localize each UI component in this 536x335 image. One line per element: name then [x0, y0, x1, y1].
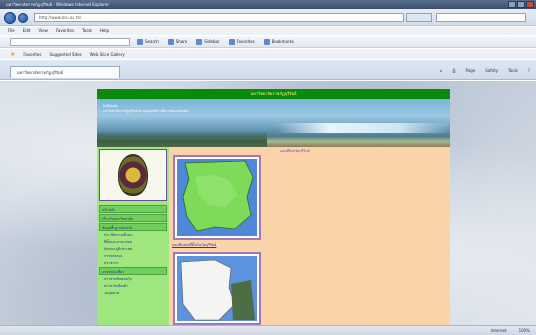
nav-item[interactable]: ประชากร [99, 260, 167, 267]
status-zoom[interactable]: 100% [519, 328, 530, 333]
toolbar-favorites-button[interactable]: Favorites [227, 38, 257, 46]
map-link[interactable]: แผนที่แสดงที่ตั้งจังหวัดบุรีรัมย์ [172, 242, 264, 248]
share-icon [167, 38, 174, 45]
status-zone: Internet [490, 328, 507, 333]
province-map-image[interactable] [173, 155, 261, 240]
window-controls [508, 1, 534, 8]
back-button[interactable] [4, 12, 16, 24]
university-seal-logo [118, 154, 148, 196]
maximize-button[interactable] [517, 1, 525, 8]
tab-row: มหาวิทยาลัยราชภัฏบุรีรัมย์ ⌂ ⎙ Page Safe… [0, 60, 536, 80]
university-seal-box [99, 149, 167, 201]
forward-button[interactable] [18, 13, 28, 23]
nav-item[interactable]: การปกครอง [99, 253, 167, 260]
address-row: http://www.bru.ac.th/ [0, 9, 536, 26]
nav-item[interactable]: วนอุทยาน [99, 290, 167, 297]
command-tools[interactable]: Tools [506, 67, 520, 75]
favorites-label[interactable]: Favorites [23, 52, 41, 57]
search-box[interactable] [436, 13, 526, 22]
command-bar: ⌂ ⎙ Page Safety Tools ? [438, 67, 532, 75]
site-banner: ยินดีต้อนรับ มหาวิทยาลัยราชภัฏบุรีรัมย์ … [97, 99, 450, 147]
search-icon [137, 38, 143, 45]
main-caption: แผนที่จังหวัดบุรีรัมย์ [280, 149, 310, 153]
nav-section-about[interactable]: เกี่ยวกับมหาวิทยาลัย [99, 214, 167, 222]
status-bar: Internet 100% [0, 325, 536, 335]
banner-text: ยินดีต้อนรับ มหาวิทยาลัยราชภัฏบุรีรัมย์ … [103, 104, 403, 114]
toolbar-search-button[interactable]: Search [135, 38, 161, 46]
address-bar[interactable]: http://www.bru.ac.th/ [34, 13, 404, 22]
print-icon[interactable]: ⎙ [450, 67, 457, 75]
menu-file[interactable]: File [8, 27, 15, 35]
window-title: มหาวิทยาลัยราชภัฏบุรีรัมย์ - Windows Int… [6, 2, 109, 7]
nav-item[interactable]: ประวัติความเป็นมา [99, 232, 167, 239]
banner-trees [97, 131, 267, 147]
province-map-graphic [175, 157, 259, 238]
nav-item[interactable]: ลักษณะภูมิประเทศ [99, 246, 167, 253]
nav-section-home[interactable]: หน้าหลัก [99, 205, 167, 213]
sidebar-nav: หน้าหลัก เกี่ยวกับมหาวิทยาลัย ข้อมูลพื้น… [99, 205, 167, 297]
command-page[interactable]: Page [464, 67, 478, 75]
main-content: แผนที่จังหวัดบุรีรัมย์ แผนที่แสดงที่ตั้ง… [172, 147, 450, 325]
toolbar: Search Share Sidebar Favorites Bookmarks [0, 36, 536, 48]
banner-wave [277, 123, 450, 133]
nav-item[interactable]: ปราสาทเมืองต่ำ [99, 283, 167, 290]
toolbar-bookmarks-button[interactable]: Bookmarks [262, 38, 296, 46]
favorites-link-suggested[interactable]: Suggested Sites [49, 52, 81, 57]
close-button[interactable] [526, 1, 534, 8]
region-map-image[interactable] [173, 252, 261, 325]
menu-help[interactable]: Help [100, 27, 109, 35]
help-icon[interactable]: ? [526, 67, 532, 75]
nav-item[interactable]: ที่ตั้งและอาณาเขต [99, 239, 167, 246]
toolbar-search-input[interactable] [10, 37, 130, 46]
bookmark-icon [263, 38, 270, 45]
sidebar-icon [196, 38, 203, 45]
nav-section-province[interactable]: ข้อมูลพื้นฐานจังหวัด [99, 223, 167, 231]
minimize-button[interactable] [508, 1, 516, 8]
favorites-bar: ★ Favorites Suggested Sites Web Slice Ga… [0, 49, 536, 59]
browser-viewport[interactable]: มหาวิทยาลัยราชภัฏบุรีรัมย์ ยินดีต้อนรับ … [0, 81, 536, 325]
nav-item[interactable]: ปราสาทหินพนมรุ้ง [99, 276, 167, 283]
toolbar-share-button[interactable]: Share [166, 38, 190, 46]
region-map-graphic [175, 254, 259, 323]
toolbar-sidebar-button[interactable]: Sidebar [194, 38, 221, 46]
tab-active[interactable]: มหาวิทยาลัยราชภัฏบุรีรัมย์ [10, 66, 120, 78]
refresh-stop-icons[interactable] [406, 13, 432, 22]
menu-tools[interactable]: Tools [82, 27, 92, 35]
favorites-link-webslice[interactable]: Web Slice Gallery [90, 52, 125, 57]
star-icon [228, 38, 235, 45]
nav-section-tourism[interactable]: แหล่งท่องเที่ยว [99, 267, 167, 275]
menu-bar: File Edit View Favorites Tools Help [0, 27, 536, 35]
favorites-star-icon[interactable]: ★ [10, 51, 15, 58]
command-safety[interactable]: Safety [483, 67, 500, 75]
left-sidebar: หน้าหลัก เกี่ยวกับมหาวิทยาลัย ข้อมูลพื้น… [97, 147, 169, 325]
site-header: มหาวิทยาลัยราชภัฏบุรีรัมย์ [97, 89, 450, 99]
menu-edit[interactable]: Edit [23, 27, 31, 35]
website-page: มหาวิทยาลัยราชภัฏบุรีรัมย์ ยินดีต้อนรับ … [97, 89, 450, 325]
menu-view[interactable]: View [38, 27, 48, 35]
menu-favorites[interactable]: Favorites [56, 27, 74, 35]
banner-line-2: มหาวิทยาลัยราชภัฏบุรีรัมย์ สถาบันอุดมศึก… [103, 109, 189, 113]
window-titlebar: มหาวิทยาลัยราชภัฏบุรีรัมย์ - Windows Int… [0, 0, 536, 9]
home-icon[interactable]: ⌂ [438, 67, 445, 75]
